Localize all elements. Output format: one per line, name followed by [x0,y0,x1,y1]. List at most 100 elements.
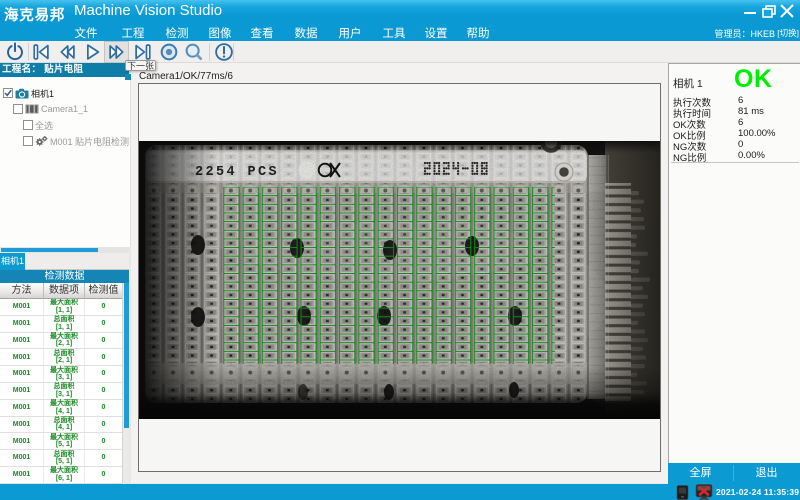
table-row[interactable]: M001总面积[5, 1]0 [0,450,122,467]
cell-value: 0 [85,349,122,365]
project-name-header: 工程名： 贴片电阻 [0,63,129,77]
camera-result-label: Camera1/OK/77ms/6 [139,71,233,82]
menu-item-2[interactable]: 工程 [113,25,153,41]
menu-item-7[interactable]: 用户 [330,25,370,41]
stat-value: 81 ms [738,106,764,117]
detection-data-title: 检测数据 [0,270,129,283]
select-all-checkbox[interactable] [23,120,33,130]
cell-value: 0 [85,383,122,399]
run-button[interactable] [79,41,104,63]
table-row[interactable]: M001最大面积[3, 1]0 [0,366,122,383]
tree-item-camera1[interactable]: 相机1 [3,86,54,100]
stats-panel: 相机 1 OK 执行次数6执行时间81 msOK次数6OK比例100.00%NG… [668,63,800,463]
stat-row: 执行时间81 ms [673,106,799,117]
app-window: 海克易邦 Machine Vision Studio 文件工程检测图像查看数据用… [0,0,800,500]
cell-item: 最大面积[5, 1] [44,433,85,449]
minimize-button[interactable] [742,4,758,19]
cell-item: 总面积[4, 1] [44,417,85,433]
toolbar-separator [209,43,210,61]
cell-method: M001 [0,299,44,315]
tree-item-select-all[interactable]: 全选 [23,118,53,132]
bottom-button-band: 全屏 退出 [668,463,800,484]
table-row[interactable]: M001总面积[4, 1]0 [0,417,122,434]
status-bar: 2021-02-24 11:35:39 [0,484,800,500]
tab-camera1[interactable]: 相机1 [0,253,25,270]
cell-item: 最大面积[3, 1] [44,366,85,382]
table-vscroll-thumb[interactable] [124,283,129,428]
tree-item-label: M001 贴片电阻检测 [50,135,129,148]
table-row[interactable]: M001最大面积[4, 1]0 [0,400,122,417]
menu-item-8[interactable]: 工具 [374,25,414,41]
col-item: 数据项 [44,283,85,299]
cell-method: M001 [0,433,44,449]
power-button[interactable] [2,41,27,63]
cell-item: 总面积[1, 1] [44,316,85,332]
zoom-button[interactable] [181,41,206,63]
tree-item-camera1-1[interactable]: Camera1_1 [13,102,88,116]
stat-value: 0 [738,139,743,150]
table-row[interactable]: M001总面积[1, 1]0 [0,316,122,333]
gears-icon [35,135,48,147]
stat-row: OK次数6 [673,117,799,128]
cell-method: M001 [0,400,44,416]
device-icon [676,485,689,500]
tree-hscroll-thumb[interactable] [1,248,98,252]
status-timestamp: 2021-02-24 11:35:39 [716,487,799,497]
fullscreen-button[interactable]: 全屏 [668,463,733,483]
camera1-1-checkbox[interactable] [13,104,23,114]
previous-image-button[interactable] [54,41,79,63]
about-button[interactable] [211,41,236,63]
table-row[interactable]: M001总面积[2, 1]0 [0,349,122,366]
table-row[interactable]: M001最大面积[6, 1]0 [0,467,122,484]
cell-method: M001 [0,467,44,483]
menu-item-3[interactable]: 检测 [157,25,197,41]
table-vertical-scrollbar[interactable] [122,283,129,483]
menu-item-6[interactable]: 数据 [286,25,326,41]
cell-method: M001 [0,366,44,382]
stat-row: NG比例0.00% [673,150,799,161]
cell-value: 0 [85,467,122,483]
table-row[interactable]: M001最大面积[2, 1]0 [0,333,122,350]
ok-status: OK [734,65,773,94]
m001-checkbox[interactable] [23,136,33,146]
menu-item-1[interactable]: 文件 [66,25,106,41]
tree-item-label: 全选 [35,119,53,132]
camera-disconnected-icon [695,484,713,500]
stat-value: 100.00% [738,128,776,139]
cell-method: M001 [0,333,44,349]
menu-item-10[interactable]: 帮助 [458,25,498,41]
table-row[interactable]: M001总面积[3, 1]0 [0,383,122,400]
cell-value: 0 [85,333,122,349]
tree-item-m001[interactable]: M001 贴片电阻检测 [23,134,129,148]
stat-value: 6 [738,95,743,106]
camera1-checkbox[interactable] [3,88,13,98]
restore-button[interactable] [761,4,777,19]
menu-item-5[interactable]: 查看 [242,25,282,41]
cell-item: 总面积[5, 1] [44,450,85,466]
cell-value: 0 [85,366,122,382]
project-tree: 相机1 Camera1_1 全选 [0,77,131,247]
skip-first-button[interactable] [28,41,53,63]
stat-row: 执行次数6 [673,95,799,106]
cell-method: M001 [0,450,44,466]
tree-item-label: 相机1 [31,87,54,100]
stat-value: 0.00% [738,150,765,161]
next-image-tooltip: 下一张 [125,60,156,71]
cell-item: 总面积[3, 1] [44,383,85,399]
stat-value: 6 [738,117,743,128]
cell-value: 0 [85,299,122,315]
record-button[interactable] [156,41,181,63]
film-icon [25,104,39,114]
cell-value: 0 [85,417,122,433]
app-title: Machine Vision Studio [74,2,222,19]
exit-button[interactable]: 退出 [734,463,799,483]
camera-image[interactable]: 2254 PCS [139,141,660,419]
table-row[interactable]: M001最大面积[1, 1]0 [0,299,122,316]
menu-item-9[interactable]: 设置 [416,25,456,41]
camera-label-bullet [125,74,131,80]
current-user-label: 管理员：HKEB [714,27,775,40]
menu-item-4[interactable]: 图像 [200,25,240,41]
table-row[interactable]: M001最大面积[5, 1]0 [0,433,122,450]
close-button[interactable] [779,4,795,19]
switch-user-link[interactable]: [切换] [777,27,799,39]
